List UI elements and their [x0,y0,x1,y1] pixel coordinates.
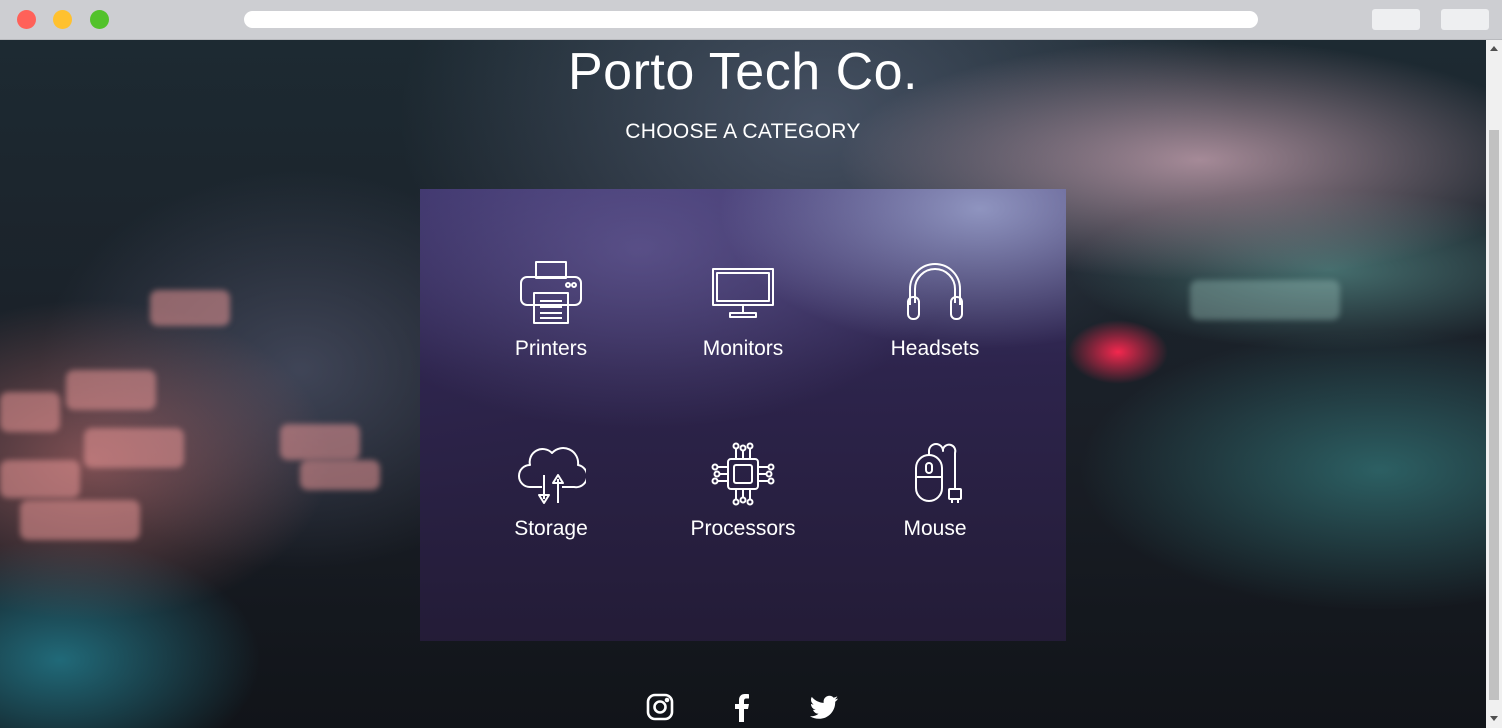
keyboard-key-glow [66,370,156,410]
maximize-window-button[interactable] [90,10,109,29]
headset-icon [907,263,963,320]
category-storage[interactable]: Storage [471,439,631,541]
vertical-scrollbar[interactable] [1486,40,1502,728]
category-mouse[interactable]: Mouse [855,439,1015,541]
scrollbar-thumb[interactable] [1489,130,1499,700]
monitor-icon [712,268,774,318]
keyboard-key-glow [0,460,80,498]
category-processors[interactable]: Processors [663,439,823,541]
scroll-up-arrow-icon[interactable] [1490,46,1498,51]
cloud-storage-icon [518,447,586,504]
page-subtitle: CHOOSE A CATEGORY [625,120,861,143]
scroll-down-arrow-icon[interactable] [1490,716,1498,721]
category-headsets[interactable]: Headsets [855,259,1015,361]
mouse-icon [915,443,962,503]
keyboard-key-glow [300,460,380,490]
close-window-button[interactable] [17,10,36,29]
category-label: Headsets [890,337,980,360]
browser-control-button[interactable] [1441,9,1489,30]
page-viewport: Porto Tech Co. CHOOSE A CATEGORY Printer… [0,40,1486,728]
category-panel: Printers Monitors Headsets Storage Proce… [420,189,1066,641]
category-label: Printers [514,337,588,360]
category-label: Storage [514,517,588,540]
keyboard-key-glow [150,290,230,326]
keyboard-key-glow [0,392,60,432]
processor-icon [711,442,775,506]
browser-control-button[interactable] [1372,9,1420,30]
category-monitors[interactable]: Monitors [663,259,823,361]
keyboard-key-glow [1190,280,1340,320]
category-printers[interactable]: Printers [471,259,631,361]
instagram-icon[interactable] [645,692,675,722]
category-label: Processors [690,517,796,540]
minimize-window-button[interactable] [53,10,72,29]
keyboard-key-glow [280,424,360,460]
category-label: Mouse [903,517,967,540]
browser-toolbar [0,0,1502,40]
twitter-icon[interactable] [808,692,840,722]
keyboard-key-glow [20,500,140,540]
category-label: Monitors [702,337,784,360]
printer-icon [520,261,582,324]
address-bar[interactable] [244,11,1258,28]
facebook-icon[interactable] [728,692,756,722]
page-title: Porto Tech Co. [567,43,918,101]
keyboard-key-glow [84,428,184,468]
